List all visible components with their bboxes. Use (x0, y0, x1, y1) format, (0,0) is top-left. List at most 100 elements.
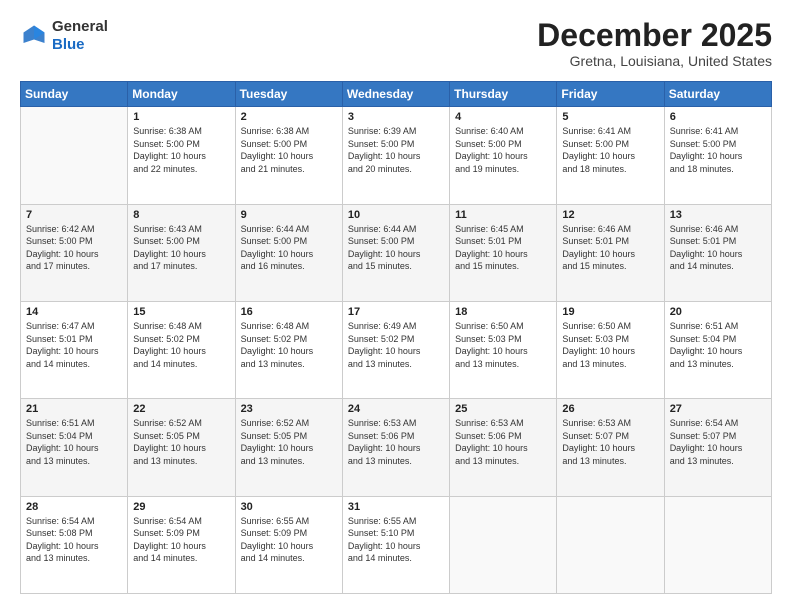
day-number: 13 (670, 209, 766, 221)
day-info: Sunrise: 6:44 AMSunset: 5:00 PMDaylight:… (348, 223, 444, 273)
day-info: Sunrise: 6:48 AMSunset: 5:02 PMDaylight:… (133, 320, 229, 370)
calendar-cell: 4 Sunrise: 6:40 AMSunset: 5:00 PMDaylight… (450, 107, 557, 204)
calendar-cell: 21Sunrise: 6:51 AMSunset: 5:04 PMDayligh… (21, 399, 128, 496)
day-number: 14 (26, 306, 122, 318)
calendar-cell: 7 Sunrise: 6:42 AMSunset: 5:00 PMDaylight… (21, 204, 128, 301)
calendar-cell: 18Sunrise: 6:50 AMSunset: 5:03 PMDayligh… (450, 301, 557, 398)
day-info: Sunrise: 6:46 AMSunset: 5:01 PMDaylight:… (562, 223, 658, 273)
day-info: Sunrise: 6:51 AMSunset: 5:04 PMDaylight:… (670, 320, 766, 370)
header-tuesday: Tuesday (235, 82, 342, 107)
calendar-cell: 3Sunrise: 6:39 AMSunset: 5:00 PMDaylight… (342, 107, 449, 204)
day-info: Sunrise: 6:50 AMSunset: 5:03 PMDaylight:… (455, 320, 551, 370)
day-number: 3 (348, 111, 444, 123)
day-number: 27 (670, 403, 766, 415)
logo-text: General Blue (52, 18, 108, 54)
calendar-cell: 28Sunrise: 6:54 AMSunset: 5:08 PMDayligh… (21, 496, 128, 593)
calendar-cell: 12 Sunrise: 6:46 AMSunset: 5:01 PMDayligh… (557, 204, 664, 301)
day-info: Sunrise: 6:38 AMSunset: 5:00 PMDaylight:… (133, 125, 229, 175)
calendar-cell: 23 Sunrise: 6:52 AMSunset: 5:05 PMDayligh… (235, 399, 342, 496)
day-info: Sunrise: 6:38 AMSunset: 5:00 PMDaylight:… (241, 125, 337, 175)
day-number: 17 (348, 306, 444, 318)
day-number: 25 (455, 403, 551, 415)
day-number: 26 (562, 403, 658, 415)
day-info: Sunrise: 6:54 AMSunset: 5:09 PMDaylight:… (133, 515, 229, 565)
day-number: 16 (241, 306, 337, 318)
header-sunday: Sunday (21, 82, 128, 107)
calendar-cell: 20Sunrise: 6:51 AMSunset: 5:04 PMDayligh… (664, 301, 771, 398)
day-info: Sunrise: 6:45 AMSunset: 5:01 PMDaylight:… (455, 223, 551, 273)
day-number: 29 (133, 501, 229, 513)
day-number: 31 (348, 501, 444, 513)
calendar-cell: 19Sunrise: 6:50 AMSunset: 5:03 PMDayligh… (557, 301, 664, 398)
calendar-cell: 26 Sunrise: 6:53 AMSunset: 5:07 PMDayligh… (557, 399, 664, 496)
header-saturday: Saturday (664, 82, 771, 107)
header-thursday: Thursday (450, 82, 557, 107)
day-number: 8 (133, 209, 229, 221)
day-info: Sunrise: 6:42 AMSunset: 5:00 PMDaylight:… (26, 223, 122, 273)
calendar-cell: 24Sunrise: 6:53 AMSunset: 5:06 PMDayligh… (342, 399, 449, 496)
calendar-week-3: 21Sunrise: 6:51 AMSunset: 5:04 PMDayligh… (21, 399, 772, 496)
day-info: Sunrise: 6:53 AMSunset: 5:07 PMDaylight:… (562, 417, 658, 467)
day-number: 22 (133, 403, 229, 415)
calendar-cell: 16 Sunrise: 6:48 AMSunset: 5:02 PMDayligh… (235, 301, 342, 398)
logo-general: General (52, 18, 108, 36)
day-number: 11 (455, 209, 551, 221)
weekday-header-row: Sunday Monday Tuesday Wednesday Thursday… (21, 82, 772, 107)
calendar-cell: 25Sunrise: 6:53 AMSunset: 5:06 PMDayligh… (450, 399, 557, 496)
day-number: 5 (562, 111, 658, 123)
day-number: 28 (26, 501, 122, 513)
day-info: Sunrise: 6:54 AMSunset: 5:07 PMDaylight:… (670, 417, 766, 467)
month-title: December 2025 (537, 18, 772, 53)
day-number: 7 (26, 209, 122, 221)
calendar-cell: 29 Sunrise: 6:54 AMSunset: 5:09 PMDayligh… (128, 496, 235, 593)
calendar-cell (557, 496, 664, 593)
calendar-cell: 8Sunrise: 6:43 AMSunset: 5:00 PMDaylight… (128, 204, 235, 301)
calendar-cell: 5 Sunrise: 6:41 AMSunset: 5:00 PMDaylight… (557, 107, 664, 204)
calendar-cell: 6 Sunrise: 6:41 AMSunset: 5:00 PMDaylight… (664, 107, 771, 204)
calendar-cell: 14Sunrise: 6:47 AMSunset: 5:01 PMDayligh… (21, 301, 128, 398)
calendar-week-4: 28Sunrise: 6:54 AMSunset: 5:08 PMDayligh… (21, 496, 772, 593)
day-number: 30 (241, 501, 337, 513)
calendar-cell: 27 Sunrise: 6:54 AMSunset: 5:07 PMDayligh… (664, 399, 771, 496)
day-number: 1 (133, 111, 229, 123)
day-info: Sunrise: 6:53 AMSunset: 5:06 PMDaylight:… (348, 417, 444, 467)
calendar-cell: 2 Sunrise: 6:38 AMSunset: 5:00 PMDaylight… (235, 107, 342, 204)
calendar-cell: 22 Sunrise: 6:52 AMSunset: 5:05 PMDayligh… (128, 399, 235, 496)
calendar-cell: 10 Sunrise: 6:44 AMSunset: 5:00 PMDayligh… (342, 204, 449, 301)
header-wednesday: Wednesday (342, 82, 449, 107)
header: General Blue December 2025 Gretna, Louis… (20, 18, 772, 69)
logo-icon (20, 22, 48, 50)
calendar-week-2: 14Sunrise: 6:47 AMSunset: 5:01 PMDayligh… (21, 301, 772, 398)
day-number: 4 (455, 111, 551, 123)
calendar-cell: 1 Sunrise: 6:38 AMSunset: 5:00 PMDaylight… (128, 107, 235, 204)
day-info: Sunrise: 6:49 AMSunset: 5:02 PMDaylight:… (348, 320, 444, 370)
day-number: 6 (670, 111, 766, 123)
logo-blue: Blue (52, 36, 108, 54)
calendar-week-0: 1 Sunrise: 6:38 AMSunset: 5:00 PMDaylight… (21, 107, 772, 204)
day-number: 21 (26, 403, 122, 415)
day-number: 12 (562, 209, 658, 221)
day-info: Sunrise: 6:40 AMSunset: 5:00 PMDaylight:… (455, 125, 551, 175)
calendar-cell: 31 Sunrise: 6:55 AMSunset: 5:10 PMDayligh… (342, 496, 449, 593)
subtitle: Gretna, Louisiana, United States (537, 53, 772, 69)
day-info: Sunrise: 6:41 AMSunset: 5:00 PMDaylight:… (670, 125, 766, 175)
day-number: 2 (241, 111, 337, 123)
header-friday: Friday (557, 82, 664, 107)
calendar-cell: 13 Sunrise: 6:46 AMSunset: 5:01 PMDayligh… (664, 204, 771, 301)
day-info: Sunrise: 6:44 AMSunset: 5:00 PMDaylight:… (241, 223, 337, 273)
day-info: Sunrise: 6:52 AMSunset: 5:05 PMDaylight:… (133, 417, 229, 467)
day-info: Sunrise: 6:48 AMSunset: 5:02 PMDaylight:… (241, 320, 337, 370)
day-number: 19 (562, 306, 658, 318)
title-block: December 2025 Gretna, Louisiana, United … (537, 18, 772, 69)
day-info: Sunrise: 6:46 AMSunset: 5:01 PMDaylight:… (670, 223, 766, 273)
calendar-cell: 15Sunrise: 6:48 AMSunset: 5:02 PMDayligh… (128, 301, 235, 398)
day-number: 9 (241, 209, 337, 221)
day-number: 10 (348, 209, 444, 221)
page: General Blue December 2025 Gretna, Louis… (0, 0, 792, 612)
day-info: Sunrise: 6:41 AMSunset: 5:00 PMDaylight:… (562, 125, 658, 175)
day-number: 23 (241, 403, 337, 415)
day-info: Sunrise: 6:55 AMSunset: 5:10 PMDaylight:… (348, 515, 444, 565)
calendar-cell: 17 Sunrise: 6:49 AMSunset: 5:02 PMDayligh… (342, 301, 449, 398)
calendar-table: Sunday Monday Tuesday Wednesday Thursday… (20, 81, 772, 594)
day-info: Sunrise: 6:52 AMSunset: 5:05 PMDaylight:… (241, 417, 337, 467)
